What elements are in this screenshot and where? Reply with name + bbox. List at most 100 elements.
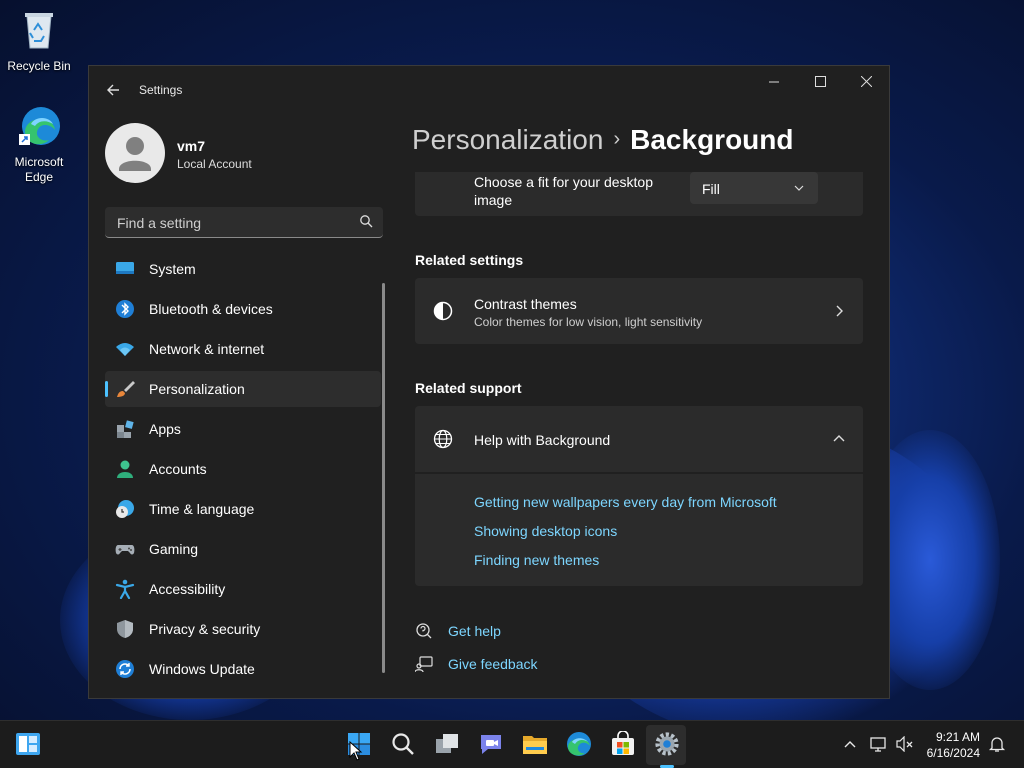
sidebar-item-label: System: [149, 261, 196, 277]
account-type: Local Account: [177, 157, 252, 171]
network-icon[interactable]: [870, 735, 888, 753]
accessibility-icon: [115, 579, 135, 599]
sidebar-item-privacy-security[interactable]: Privacy & security: [105, 611, 381, 647]
sidebar-item-label: Time & language: [149, 501, 255, 517]
fit-setting-label: Choose a fit for your desktop image: [474, 173, 653, 209]
sidebar-item-apps[interactable]: Apps: [105, 411, 381, 447]
search-icon[interactable]: [390, 731, 416, 757]
help-link-themes[interactable]: Finding new themes: [474, 552, 599, 568]
sidebar-item-label: Bluetooth & devices: [149, 301, 273, 317]
task-view-icon[interactable]: [434, 731, 460, 757]
paintbrush-icon: [117, 381, 135, 397]
minimize-button[interactable]: [751, 66, 797, 98]
sidebar-scrollbar[interactable]: [382, 283, 385, 673]
globe-icon: [433, 429, 453, 449]
sidebar-item-system[interactable]: System: [105, 251, 381, 287]
desktop-icon-recycle-bin[interactable]: Recycle Bin: [3, 8, 75, 73]
page-title: Background: [630, 124, 794, 155]
sidebar-item-label: Apps: [149, 421, 181, 437]
fit-setting-card: Choose a fit for your desktop image Fill: [415, 172, 863, 216]
user-name: vm7: [177, 138, 206, 154]
minimize-icon: [769, 81, 779, 83]
edge-icon: [19, 107, 60, 145]
contrast-icon: [433, 301, 453, 321]
chevron-up-icon[interactable]: [844, 739, 856, 749]
avatar: [105, 123, 165, 183]
sidebar-item-accessibility[interactable]: Accessibility: [105, 571, 381, 607]
edge-icon[interactable]: [566, 731, 592, 757]
related-settings-heading: Related settings: [415, 252, 524, 268]
desktop-icon-label: Recycle Bin: [7, 59, 71, 73]
windows-update-icon: [116, 660, 134, 678]
maximize-icon: [814, 76, 826, 87]
selection-indicator: [105, 381, 108, 397]
clock[interactable]: 9:21 AM 6/16/2024: [927, 729, 980, 761]
window-title: Settings: [139, 83, 183, 97]
help-title: Help with Background: [474, 432, 611, 448]
sidebar-nav: System Bluetooth & devices Network & int…: [105, 251, 381, 691]
date-text: 6/16/2024: [926, 746, 980, 760]
fit-dropdown[interactable]: Fill: [690, 172, 818, 204]
close-icon: [860, 75, 872, 88]
fit-setting-label-line: Choose a fit for your desktop: [474, 174, 653, 190]
search-box[interactable]: [105, 207, 383, 238]
recycle-bin-icon: [25, 13, 53, 49]
chevron-right-icon: [836, 305, 843, 317]
back-arrow-icon: [107, 84, 119, 96]
sidebar-item-label: Accounts: [149, 461, 207, 477]
sidebar-item-personalization[interactable]: Personalization: [105, 371, 381, 407]
teams-chat-icon[interactable]: [478, 731, 504, 757]
widgets-icon[interactable]: [15, 731, 41, 757]
clock-globe-icon: [116, 500, 134, 518]
get-help-icon: [416, 623, 432, 639]
fit-dropdown-value: Fill: [702, 181, 720, 197]
contrast-themes-card[interactable]: Contrast themes Color themes for low vis…: [415, 278, 863, 344]
back-button[interactable]: [103, 80, 123, 100]
title-bar[interactable]: Settings: [89, 66, 889, 114]
sidebar-item-accounts[interactable]: Accounts: [105, 451, 381, 487]
sidebar-item-time-language[interactable]: Time & language: [105, 491, 381, 527]
sidebar-item-label: Personalization: [149, 381, 245, 397]
user-avatar-icon: [119, 137, 151, 171]
person-icon: [117, 460, 133, 478]
gamepad-icon: [115, 545, 135, 555]
sidebar-item-label: Accessibility: [149, 581, 226, 597]
speaker-muted-icon[interactable]: [896, 736, 914, 752]
breadcrumb-separator: ›: [613, 128, 621, 150]
settings-icon[interactable]: [654, 731, 680, 757]
chevron-up-icon[interactable]: [833, 434, 845, 442]
desktop-icon-label: Microsoft Edge: [14, 155, 64, 184]
fit-setting-label-line: image: [474, 192, 513, 208]
breadcrumb: Personalization › Background: [412, 124, 793, 156]
sidebar-item-network[interactable]: Network & internet: [105, 331, 381, 367]
file-explorer-icon[interactable]: [522, 731, 548, 757]
settings-window: Settings vm7 Local Account Find a settin…: [88, 65, 890, 699]
breadcrumb-parent[interactable]: Personalization: [412, 124, 603, 155]
help-expander-header[interactable]: Help with Background: [415, 406, 863, 472]
close-button[interactable]: [843, 66, 889, 98]
mouse-cursor-icon: [349, 741, 363, 761]
contrast-themes-subtitle: Color themes for low vision, light sensi…: [474, 315, 703, 329]
help-link-wallpapers[interactable]: Getting new wallpapers every day from Mi…: [474, 494, 777, 510]
search-icon: [360, 215, 373, 228]
chevron-down-icon: [794, 185, 804, 191]
related-support-heading: Related support: [415, 380, 522, 396]
sidebar-item-label: Gaming: [149, 541, 199, 557]
sidebar-item-windows-update[interactable]: Windows Update: [105, 651, 381, 687]
contrast-themes-title: Contrast themes: [474, 296, 577, 312]
sidebar-item-gaming[interactable]: Gaming: [105, 531, 381, 567]
store-icon[interactable]: [610, 731, 636, 757]
get-help-link[interactable]: Get help: [448, 623, 501, 639]
time-text: 9:21 AM: [935, 730, 980, 744]
desktop-icon-edge[interactable]: Microsoft Edge: [3, 104, 75, 185]
bluetooth-icon: [116, 300, 134, 318]
notification-bell-icon[interactable]: [988, 735, 1006, 753]
search-input[interactable]: [115, 213, 349, 233]
give-feedback-link[interactable]: Give feedback: [448, 656, 538, 672]
shield-icon: [117, 620, 133, 638]
sidebar-item-bluetooth[interactable]: Bluetooth & devices: [105, 291, 381, 327]
wifi-icon: [116, 343, 134, 356]
help-link-desktop-icons[interactable]: Showing desktop icons: [474, 523, 617, 539]
sidebar-item-label: Privacy & security: [149, 621, 261, 637]
maximize-button[interactable]: [797, 66, 843, 98]
